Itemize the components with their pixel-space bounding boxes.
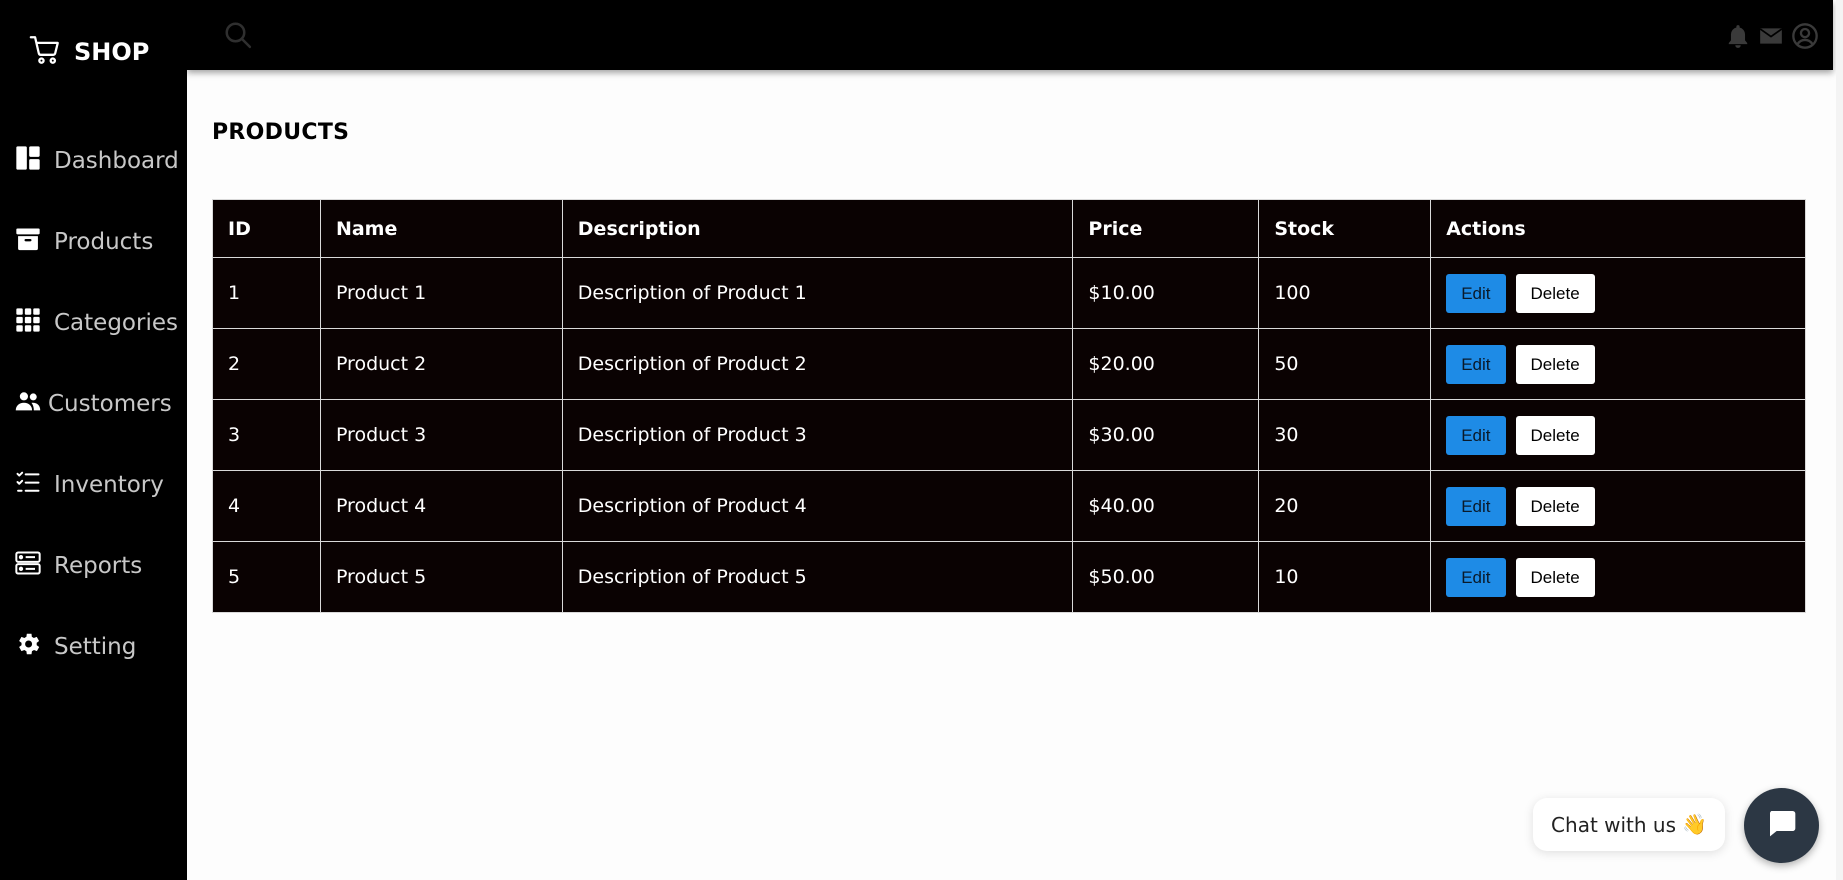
bell-icon[interactable] — [1725, 23, 1751, 49]
brand-title: SHOP — [74, 38, 150, 66]
sidebar-item-label: Reports — [54, 552, 143, 579]
sidebar-item-dashboard[interactable]: Dashboard — [0, 120, 187, 201]
cell-description: Description of Product 1 — [561, 257, 1074, 329]
column-header-description: Description — [561, 199, 1074, 258]
cell-name: Product 2 — [319, 328, 563, 400]
sidebar-nav: Dashboard Products Categories Customers … — [0, 120, 187, 687]
sidebar-item-label: Dashboard — [54, 147, 179, 174]
cell-name: Product 5 — [319, 541, 563, 613]
cell-stock: 100 — [1258, 257, 1432, 329]
delete-button[interactable]: Delete — [1515, 557, 1595, 597]
people-icon — [14, 387, 42, 420]
cell-actions: Edit Delete — [1430, 541, 1806, 613]
cell-description: Description of Product 4 — [561, 470, 1074, 542]
table-row: 1 Product 1 Description of Product 1 $10… — [212, 257, 1806, 329]
column-header-stock: Stock — [1258, 199, 1432, 258]
chat-label: Chat with us — [1551, 812, 1677, 837]
chat-bubble-icon — [1766, 807, 1798, 844]
products-table: ID Name Description Price Stock Actions … — [212, 199, 1806, 613]
app-root: SHOP Dashboard Products Categories Custo… — [0, 0, 1843, 880]
sidebar-item-label: Categories — [54, 309, 178, 336]
cell-id: 3 — [212, 399, 321, 471]
gear-icon — [14, 630, 42, 663]
table-row: 2 Product 2 Description of Product 2 $20… — [212, 328, 1806, 400]
waving-hand-icon: 👋 — [1682, 814, 1707, 836]
sidebar-item-label: Inventory — [54, 471, 164, 498]
server-icon — [14, 549, 42, 582]
chat-launcher-button[interactable] — [1744, 788, 1819, 863]
cell-id: 1 — [212, 257, 321, 329]
delete-button[interactable]: Delete — [1515, 486, 1595, 526]
column-header-actions: Actions — [1430, 199, 1806, 258]
table-row: 5 Product 5 Description of Product 5 $50… — [212, 541, 1806, 613]
cell-description: Description of Product 2 — [561, 328, 1074, 400]
cell-id: 4 — [212, 470, 321, 542]
sidebar-item-products[interactable]: Products — [0, 201, 187, 282]
cell-name: Product 1 — [319, 257, 563, 329]
cell-stock: 50 — [1258, 328, 1432, 400]
chat-with-us-pill[interactable]: Chat with us 👋 — [1533, 798, 1725, 851]
grid-icon — [14, 306, 42, 339]
cell-description: Description of Product 3 — [561, 399, 1074, 471]
edit-button[interactable]: Edit — [1446, 486, 1506, 526]
top-icons — [1725, 22, 1819, 50]
column-header-price: Price — [1072, 199, 1260, 258]
edit-button[interactable]: Edit — [1446, 557, 1506, 597]
cart-icon — [28, 33, 62, 72]
sidebar-item-setting[interactable]: Setting — [0, 606, 187, 687]
cell-stock: 10 — [1258, 541, 1432, 613]
checklist-icon — [14, 468, 42, 501]
sidebar-item-label: Setting — [54, 633, 137, 660]
delete-button[interactable]: Delete — [1515, 415, 1595, 455]
cell-actions: Edit Delete — [1430, 399, 1806, 471]
cell-id: 5 — [212, 541, 321, 613]
cell-price: $10.00 — [1072, 257, 1260, 329]
cell-name: Product 3 — [319, 399, 563, 471]
cell-stock: 20 — [1258, 470, 1432, 542]
sidebar-item-categories[interactable]: Categories — [0, 282, 187, 363]
cell-actions: Edit Delete — [1430, 257, 1806, 329]
page-title: PRODUCTS — [212, 120, 350, 145]
edit-button[interactable]: Edit — [1446, 344, 1506, 384]
archive-box-icon — [14, 225, 42, 258]
cell-price: $30.00 — [1072, 399, 1260, 471]
top-bar — [187, 0, 1833, 70]
edit-button[interactable]: Edit — [1446, 273, 1506, 313]
window-edge — [1836, 0, 1843, 880]
search-icon[interactable] — [223, 20, 253, 50]
table-row: 4 Product 4 Description of Product 4 $40… — [212, 470, 1806, 542]
delete-button[interactable]: Delete — [1515, 273, 1595, 313]
table-header-row: ID Name Description Price Stock Actions — [212, 199, 1806, 258]
sidebar-item-reports[interactable]: Reports — [0, 525, 187, 606]
dashboard-icon — [14, 144, 42, 177]
cell-name: Product 4 — [319, 470, 563, 542]
sidebar-item-label: Customers — [48, 390, 172, 417]
cell-actions: Edit Delete — [1430, 328, 1806, 400]
delete-button[interactable]: Delete — [1515, 344, 1595, 384]
edit-button[interactable]: Edit — [1446, 415, 1506, 455]
sidebar-item-customers[interactable]: Customers — [0, 363, 187, 444]
cell-actions: Edit Delete — [1430, 470, 1806, 542]
cell-price: $50.00 — [1072, 541, 1260, 613]
cell-price: $40.00 — [1072, 470, 1260, 542]
mail-icon[interactable] — [1757, 23, 1785, 49]
sidebar-item-label: Products — [54, 228, 154, 255]
user-circle-icon[interactable] — [1791, 22, 1819, 50]
column-header-name: Name — [319, 199, 563, 258]
brand[interactable]: SHOP — [28, 32, 149, 72]
sidebar: SHOP Dashboard Products Categories Custo… — [0, 0, 187, 880]
cell-id: 2 — [212, 328, 321, 400]
sidebar-item-inventory[interactable]: Inventory — [0, 444, 187, 525]
table-row: 3 Product 3 Description of Product 3 $30… — [212, 399, 1806, 471]
cell-description: Description of Product 5 — [561, 541, 1074, 613]
cell-stock: 30 — [1258, 399, 1432, 471]
column-header-id: ID — [212, 199, 321, 258]
cell-price: $20.00 — [1072, 328, 1260, 400]
